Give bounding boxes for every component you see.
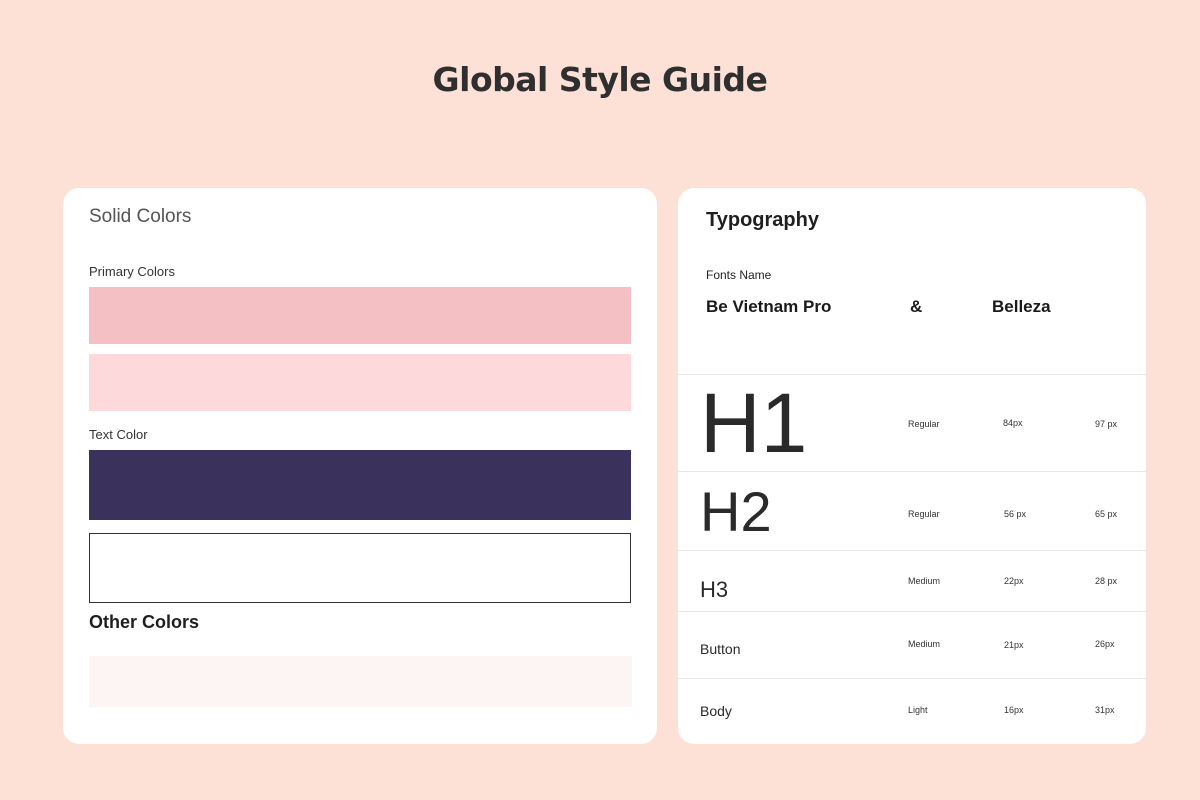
type-row-h1: H1 Regular 84px 97 px (678, 374, 1146, 471)
font-secondary-name: Belleza (992, 297, 1051, 316)
type-size-h2: 56 px (1004, 509, 1027, 519)
type-size-h1: 84px (1003, 418, 1023, 428)
type-sample-body: Body (700, 703, 732, 719)
type-size-body: 16px (1004, 705, 1024, 715)
type-row-h3: H3 Medium 22px 28 px (678, 550, 1146, 611)
solid-colors-heading: Solid Colors (89, 206, 192, 227)
other-color-swatch-1 (89, 656, 632, 707)
type-size-button: 21px (1004, 640, 1024, 650)
type-weight-h2: Regular (908, 509, 940, 519)
text-color-label: Text Color (89, 427, 148, 442)
type-weight-button: Medium (908, 639, 941, 649)
font-primary-name: Be Vietnam Pro (706, 297, 832, 316)
text-color-swatch-2 (89, 533, 631, 603)
primary-color-swatch-1 (89, 287, 631, 344)
type-sample-button: Button (700, 641, 741, 657)
type-sample-h2: H2 (700, 480, 772, 543)
type-row-button: Button Medium 21px 26px (678, 611, 1146, 678)
typography-card: Typography Fonts Name Be Vietnam Pro & B… (678, 188, 1146, 744)
page-title: Global Style Guide (432, 60, 768, 99)
text-color-swatch-1 (89, 450, 631, 520)
type-lineheight-h1: 97 px (1095, 419, 1118, 429)
type-weight-body: Light (908, 705, 928, 715)
fonts-name-label: Fonts Name (706, 268, 772, 282)
solid-colors-card: Solid Colors Primary Colors Text Color O… (63, 188, 657, 744)
type-row-body: Body Light 16px 31px (678, 678, 1146, 744)
type-lineheight-body: 31px (1095, 705, 1115, 715)
type-sample-h1: H1 (700, 376, 808, 470)
type-row-h2: H2 Regular 56 px 65 px (678, 471, 1146, 550)
type-weight-h1: Regular (908, 419, 940, 429)
font-ampersand: & (910, 297, 923, 316)
primary-colors-label: Primary Colors (89, 264, 175, 279)
type-lineheight-h2: 65 px (1095, 509, 1118, 519)
primary-color-swatch-2 (89, 354, 631, 411)
type-weight-h3: Medium (908, 576, 941, 586)
type-lineheight-h3: 28 px (1095, 576, 1118, 586)
other-colors-label: Other Colors (89, 612, 200, 632)
type-sample-h3: H3 (700, 577, 729, 602)
type-size-h3: 22px (1004, 576, 1024, 586)
type-lineheight-button: 26px (1095, 639, 1115, 649)
typography-heading: Typography (706, 209, 819, 231)
